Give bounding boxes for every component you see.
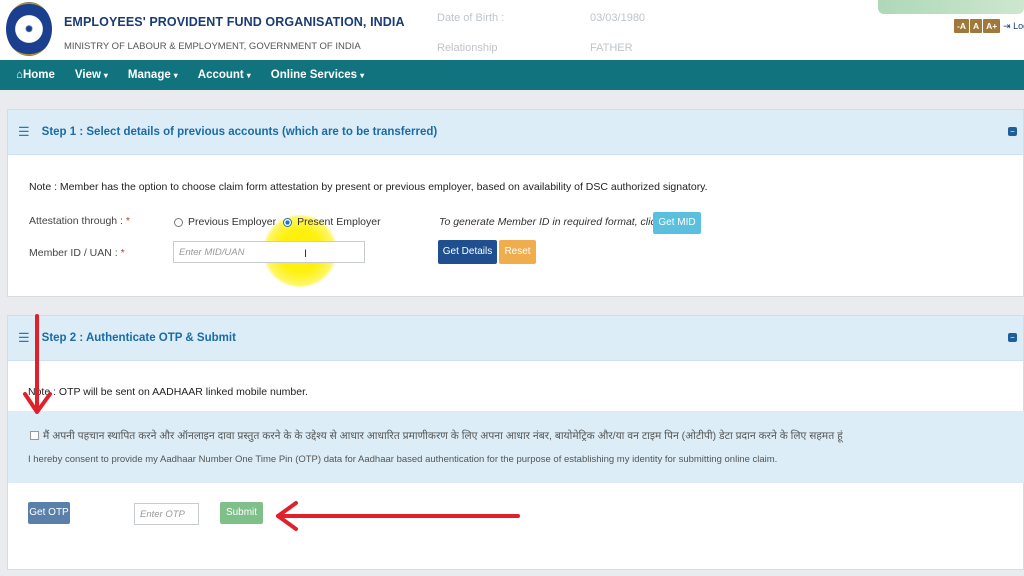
member-id-label: Member ID / UAN : * xyxy=(29,247,125,259)
get-details-button[interactable]: Get Details xyxy=(438,240,497,264)
caret-down-icon: ▾ xyxy=(360,71,365,80)
nav-manage[interactable]: Manage ▾ xyxy=(128,69,178,81)
previous-employer-label: Previous Employer xyxy=(188,216,277,228)
step1-title: Step 1 : Select details of previous acco… xyxy=(41,126,438,138)
radio-previous-employer[interactable] xyxy=(174,217,183,227)
submit-button[interactable]: Submit xyxy=(220,502,263,524)
font-decrease-button[interactable]: -A xyxy=(954,19,969,33)
nav-view-label: View xyxy=(74,69,101,81)
otp-input[interactable] xyxy=(134,503,199,525)
nav-view[interactable]: View ▾ xyxy=(75,69,108,81)
radio-present-employer[interactable] xyxy=(283,217,293,227)
annotation-arrow-down xyxy=(23,314,52,414)
site-header: ✺ EMPLOYEES' PROVIDENT FUND ORGANISATION… xyxy=(0,0,1024,60)
font-increase-button[interactable]: A+ xyxy=(983,19,1001,33)
ministry-name: MINISTRY OF LABOUR & EMPLOYMENT, GOVERNM… xyxy=(64,41,361,52)
text-cursor-icon: I xyxy=(304,248,308,260)
faded-dob-value: 03/03/1980 xyxy=(590,12,646,24)
notification-bar xyxy=(878,0,1024,14)
faded-dob-label: Date of Birth : xyxy=(437,12,505,24)
step2-title: Step 2 : Authenticate OTP & Submit xyxy=(41,332,236,344)
step2-header[interactable]: ☰ Step 2 : Authenticate OTP & Submit − xyxy=(8,316,1023,361)
logout-icon: ⇥ xyxy=(1003,21,1011,31)
annotation-arrow-left xyxy=(276,501,520,531)
nav-online-services-label: Online Services xyxy=(270,69,358,81)
present-employer-label: Present Employer xyxy=(297,216,381,228)
font-size-controls: -A A A+ xyxy=(954,19,1001,33)
home-icon: ⌂ xyxy=(16,69,23,81)
reset-button[interactable]: Reset xyxy=(499,240,536,264)
step1-panel: ☰ Step 1 : Select details of previous ac… xyxy=(7,109,1024,297)
faded-relationship-value: FATHER xyxy=(590,42,633,54)
caret-down-icon: ▾ xyxy=(246,71,251,80)
caret-down-icon: ▾ xyxy=(103,71,108,80)
attestation-radio-group: Previous Employer Present Employer xyxy=(174,216,388,228)
faded-relationship-label: Relationship xyxy=(437,42,498,54)
logout-label: Logout xyxy=(1013,21,1024,31)
epfo-logo: ✺ xyxy=(6,2,52,56)
main-navbar: ⌂Home View ▾ Manage ▾ Account ▾ Online Serv… xyxy=(0,60,1024,90)
nav-account-label: Account xyxy=(197,69,244,81)
nav-online-services[interactable]: Online Services ▾ xyxy=(271,69,364,81)
consent-box: मैं अपनी पहचान स्थापित करने और ऑनलाइन दा… xyxy=(8,411,1024,483)
attestation-label: Attestation through : * xyxy=(29,215,130,227)
consent-hindi-text: मैं अपनी पहचान स्थापित करने और ऑनलाइन दा… xyxy=(43,430,843,442)
get-mid-button[interactable]: Get MID xyxy=(653,212,701,234)
font-normal-button[interactable]: A xyxy=(969,19,983,33)
generate-mid-text: To generate Member ID in required format… xyxy=(439,216,661,228)
get-otp-button[interactable]: Get OTP xyxy=(28,502,70,524)
org-name: EMPLOYEES' PROVIDENT FUND ORGANISATION, … xyxy=(64,15,405,29)
collapse-icon[interactable]: − xyxy=(1008,127,1017,136)
logout-link[interactable]: ⇥ Logout xyxy=(999,21,1024,32)
nav-manage-label: Manage xyxy=(127,69,171,81)
caret-down-icon: ▾ xyxy=(173,71,178,80)
nav-home[interactable]: ⌂Home xyxy=(16,69,55,81)
consent-english-text: I hereby consent to provide my Aadhaar N… xyxy=(28,454,778,465)
list-icon: ☰ xyxy=(18,124,30,139)
collapse-icon[interactable]: − xyxy=(1008,333,1017,342)
step2-note: Note : OTP will be sent on AADHAAR linke… xyxy=(28,386,308,398)
step1-note: Note : Member has the option to choose c… xyxy=(29,181,708,193)
step1-header[interactable]: ☰ Step 1 : Select details of previous ac… xyxy=(8,110,1023,155)
consent-checkbox[interactable] xyxy=(30,431,39,440)
member-id-input[interactable] xyxy=(173,241,365,263)
nav-home-label: Home xyxy=(22,69,55,81)
nav-account[interactable]: Account ▾ xyxy=(198,69,251,81)
